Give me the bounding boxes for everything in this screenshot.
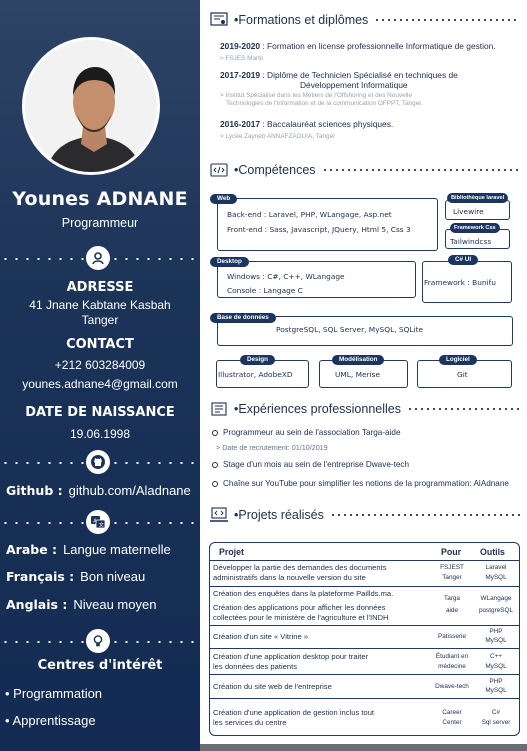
address-line2: Tanger: [81, 313, 119, 327]
table-row: Développer la partie des demandes des do…: [210, 560, 519, 586]
github-label: Github :: [6, 483, 63, 498]
sidebar: Younes ADNANE Programmeur ADRESSE 41 Jna…: [0, 0, 200, 751]
experience-date: > Date de recrutement: 01/10/2019: [216, 443, 328, 452]
database-tag: Base de données: [210, 313, 276, 323]
windows-skills: Windows : C#, C++, WLangage: [227, 272, 345, 281]
csharp-ui-value: Framework : Bunifu: [424, 278, 496, 287]
experience-item: Programmeur au sein de l'association Tar…: [212, 428, 401, 437]
table-row: Création d'un site « Vitrine » Patisseri…: [210, 625, 519, 648]
profile-photo: [22, 37, 160, 175]
certificate-icon: [208, 12, 230, 28]
css-framework-value: Tailwindcss: [450, 237, 492, 246]
main-content: •Formations et diplômes 2019-2020 : Form…: [200, 0, 527, 751]
svg-text:文: 文: [99, 522, 104, 529]
projects-table: Projet Pour Outils Développer la partie …: [209, 542, 520, 736]
projects-header: •Projets réalisés: [208, 506, 520, 524]
col-header-tools: Outils: [480, 547, 505, 557]
email-address: younes.adnane4@gmail.com: [22, 377, 178, 391]
table-row: Création des enquêtes dans la plateforme…: [210, 586, 519, 625]
csharp-ui-tag: C# UI: [448, 255, 479, 265]
phone-number: +212 603284009: [54, 358, 146, 372]
lightbulb-icon: [86, 629, 110, 653]
full-name: Younes ADNANE: [12, 188, 188, 210]
table-row: Création d'une application desktop pour …: [210, 648, 519, 674]
address-title: ADRESSE: [66, 280, 134, 295]
database-skills: PostgreSQL, SQL Server, MySQL, SQLite: [276, 325, 424, 334]
contact-title: CONTACT: [66, 337, 134, 352]
competences-header: •Compétences: [208, 161, 520, 179]
github-row[interactable]: Github : github.com/Aladnane: [6, 483, 191, 498]
frontend-skills: Front-end : Sass, Javascript, JQuery, Ht…: [227, 225, 411, 234]
formation-school-cont: Technologies de l'Information et de la c…: [226, 100, 423, 107]
experience-title: •Expériences professionnelles: [234, 402, 401, 416]
design-tag: Design: [240, 355, 275, 365]
interests-title: Centres d'intérêt: [37, 658, 163, 673]
experience-header: •Expériences professionnelles: [208, 400, 520, 418]
laptop-code-icon: [208, 507, 230, 523]
birth-title: DATE DE NAISSANCE: [25, 405, 175, 420]
job-title: Programmeur: [61, 216, 139, 230]
formation-item: 2019-2020 : Formation en license profess…: [220, 41, 496, 51]
language-french: Français : Bon niveau: [6, 569, 146, 584]
competences-title: •Compétences: [234, 163, 316, 177]
css-framework-tag: Framework Css: [450, 223, 500, 233]
laravel-lib-value: Livewire: [453, 207, 484, 216]
language-english: Anglais : Niveau moyen: [6, 597, 157, 612]
formation-school: > FSJES Martil: [220, 55, 263, 62]
interest-item: • Programmation: [5, 686, 103, 701]
bottom-border: [200, 744, 527, 751]
github-icon: [86, 450, 110, 474]
web-tag: Web: [210, 194, 238, 204]
table-row: Création du site web de l'entreprise Dwa…: [210, 674, 519, 698]
interest-item: • Apprentissage: [5, 713, 96, 728]
software-tag: Logiciel: [439, 355, 477, 365]
formation-school: > Lycée Zayneb ANNAFZAOUIA, Tanger: [220, 133, 336, 140]
desktop-tag: Desktop: [210, 257, 249, 267]
modeling-tag: Modélisation: [332, 355, 385, 365]
formation-school: > Institut Spécialisé dans les Métiers d…: [220, 92, 413, 99]
design-skills: Illustrator, AdobeXD: [218, 370, 293, 379]
col-header-for: Pour: [441, 547, 462, 557]
location-pin-icon: [86, 246, 110, 270]
projects-title: •Projets réalisés: [234, 508, 324, 522]
backend-skills: Back-end : Laravel, PHP, WLangage, Asp.n…: [227, 210, 392, 219]
software-skills: Git: [457, 370, 468, 379]
code-icon: [208, 162, 230, 178]
svg-text:A: A: [93, 519, 97, 525]
github-link[interactable]: github.com/Aladnane: [69, 483, 191, 498]
laravel-lib-tag: Bibliothèque laravel: [447, 193, 509, 203]
formation-item: 2017-2019 : Diplôme de Technicien Spécia…: [220, 70, 458, 80]
formations-title: •Formations et diplômes: [234, 13, 369, 27]
translate-icon: A文: [86, 510, 110, 534]
formation-item: 2016-2017 : Baccalauréat sciences physiq…: [220, 119, 394, 129]
birth-date: 19.06.1998: [69, 427, 131, 441]
col-header-project: Projet: [219, 547, 244, 557]
experience-item: Chaîne sur YouTube pour simplifier les n…: [212, 479, 509, 488]
table-row: Création d'une application de gestion in…: [210, 698, 519, 735]
language-arabic: Arabe : Langue maternelle: [6, 542, 171, 557]
formation-item-cont: Développement Informatique: [300, 80, 408, 90]
console-skills: Console : Langage C: [227, 286, 303, 295]
modeling-skills: UML, Merise: [335, 370, 381, 379]
formations-header: •Formations et diplômes: [208, 11, 520, 29]
briefcase-icon: [208, 401, 230, 417]
address-line1: 41 Jnane Kabtane Kasbah: [29, 298, 171, 312]
experience-item: Stage d'un mois au sein de l'entreprise …: [212, 460, 409, 469]
